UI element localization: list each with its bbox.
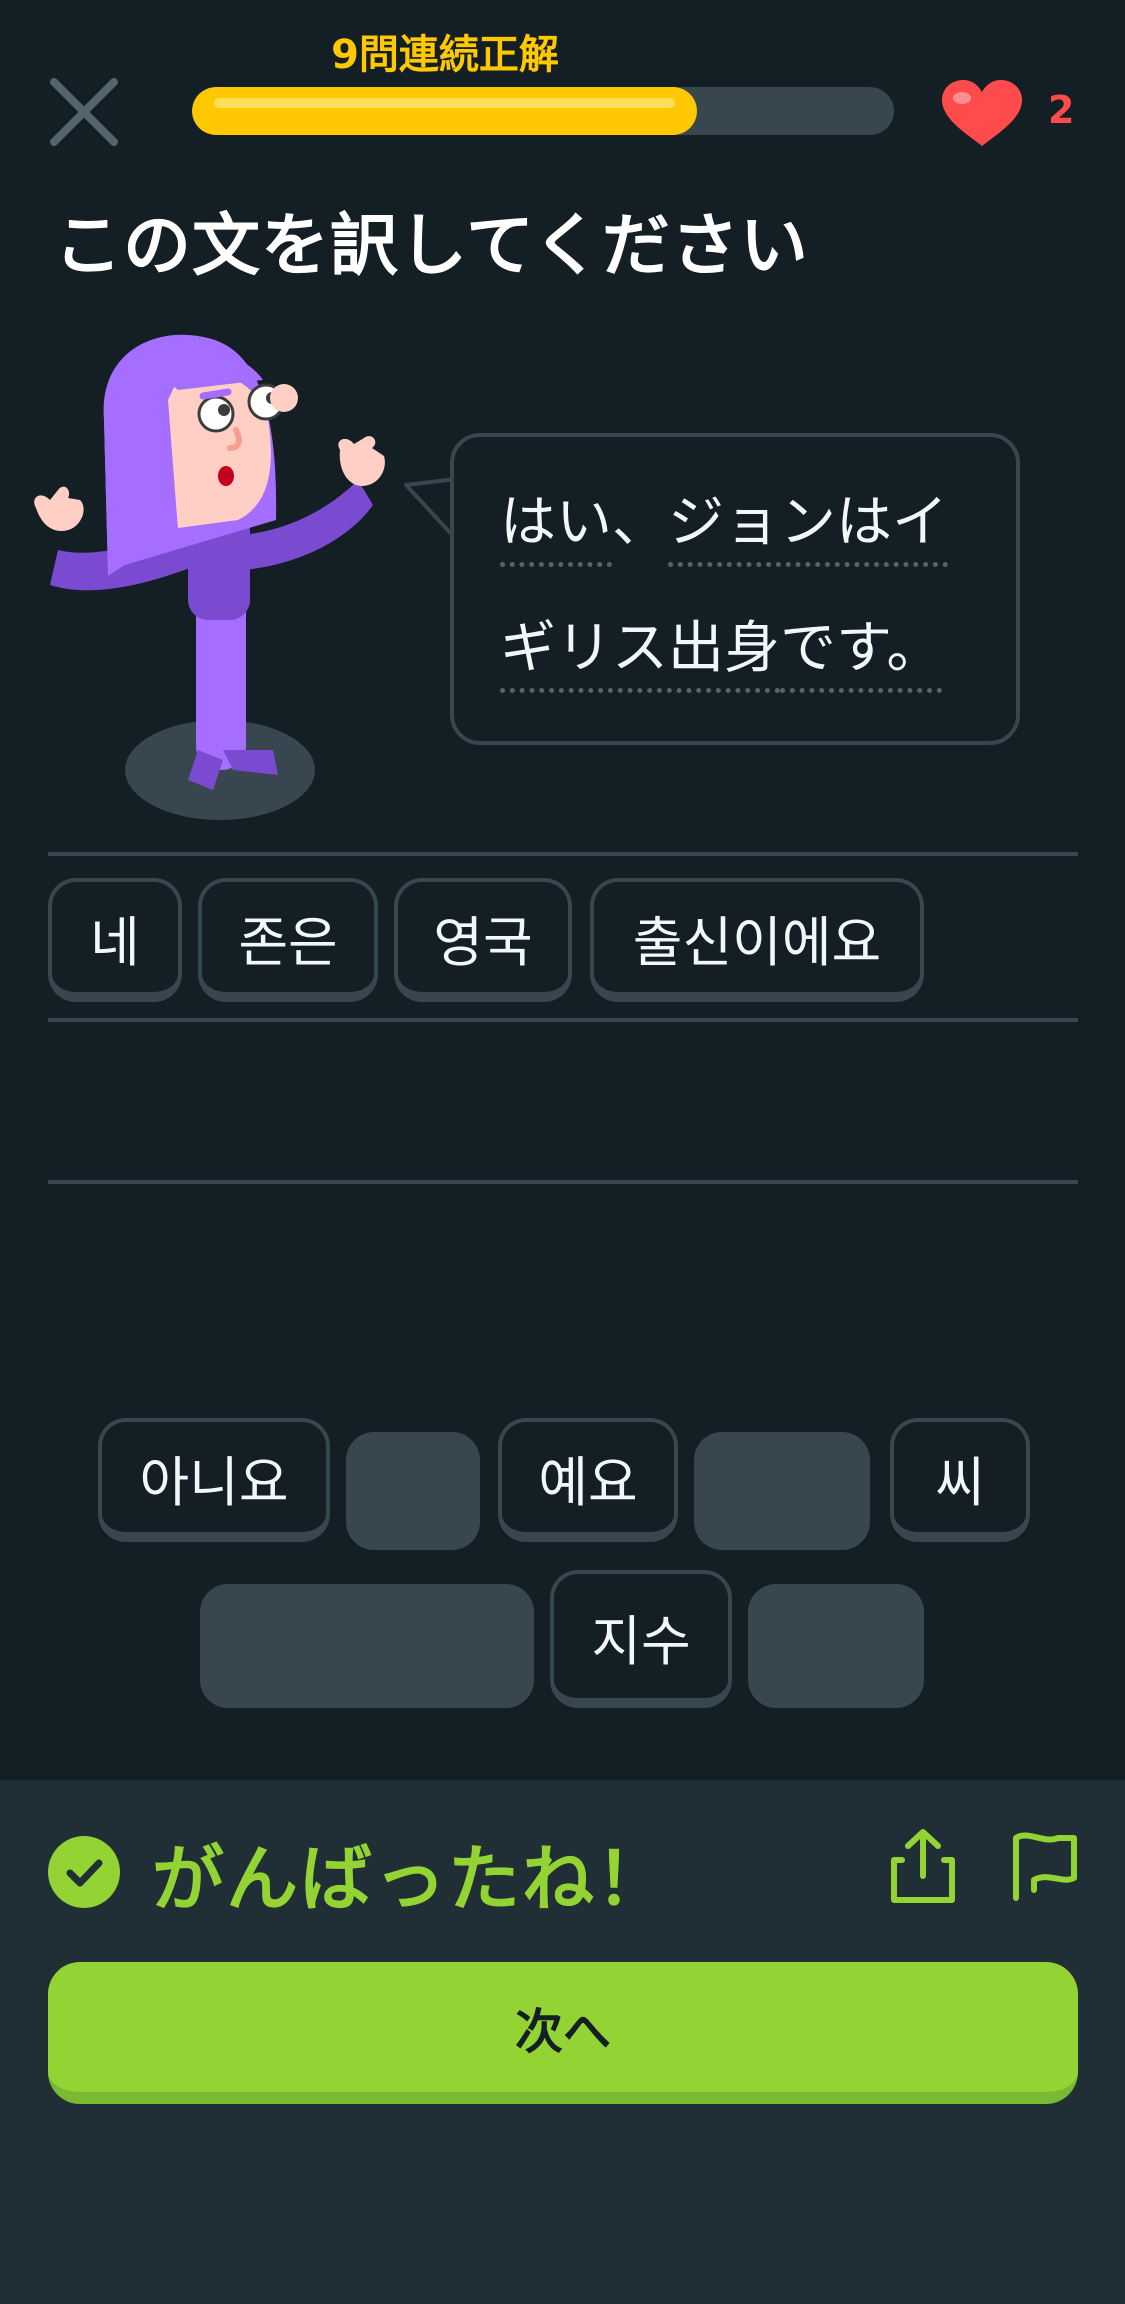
word-bank-empty-slot <box>346 1432 480 1550</box>
answer-tile[interactable]: 영국 <box>394 878 572 1002</box>
word-bank-empty-slot <box>694 1432 870 1550</box>
answer-tile[interactable]: 출신이에요 <box>590 878 924 1002</box>
page-title: この文を訳してください <box>54 207 809 286</box>
speech-bubble: はい、ジョンはイ ギリス出身です。 <box>450 433 1020 745</box>
answer-line <box>48 852 1078 856</box>
word-bank-empty-slot <box>748 1584 924 1708</box>
prompt-word[interactable]: ギリス出身 <box>500 603 780 693</box>
progress-fill <box>192 87 698 135</box>
next-button[interactable]: 次へ <box>48 1962 1078 2104</box>
progress-bar <box>192 87 894 135</box>
prompt-punctuation: 、 <box>612 490 668 555</box>
word-bank-tile[interactable]: 아니요 <box>98 1418 330 1542</box>
answer-tile[interactable]: 네 <box>48 878 182 1002</box>
prompt-sentence-line: はい、ジョンはイ <box>500 477 948 567</box>
feedback-message: がんばったね！ <box>152 1837 671 1921</box>
word-bank-tile[interactable]: 예요 <box>498 1418 678 1542</box>
hearts-count: 2 <box>1048 88 1075 132</box>
heart-icon <box>942 80 1022 146</box>
flag-icon[interactable] <box>1010 1830 1078 1902</box>
prompt-word[interactable]: です。 <box>780 603 943 693</box>
progress-shine <box>214 98 676 108</box>
check-circle-icon <box>48 1836 120 1908</box>
word-bank-tile[interactable]: 지수 <box>550 1570 732 1708</box>
word-bank-tile[interactable]: 씨 <box>890 1418 1030 1542</box>
answer-line <box>48 1018 1078 1022</box>
streak-label: 9問連続正解 <box>331 32 559 78</box>
answer-line <box>48 1180 1078 1184</box>
character-illustration <box>34 334 385 820</box>
prompt-sentence-line: ギリス出身です。 <box>500 603 943 693</box>
prompt-word[interactable]: はい <box>500 477 612 567</box>
word-bank-empty-slot <box>200 1584 534 1708</box>
close-icon[interactable] <box>44 72 124 152</box>
prompt-word[interactable]: ジョンはイ <box>668 477 948 567</box>
answer-tile[interactable]: 존은 <box>198 878 378 1002</box>
share-icon[interactable] <box>888 1826 958 1906</box>
